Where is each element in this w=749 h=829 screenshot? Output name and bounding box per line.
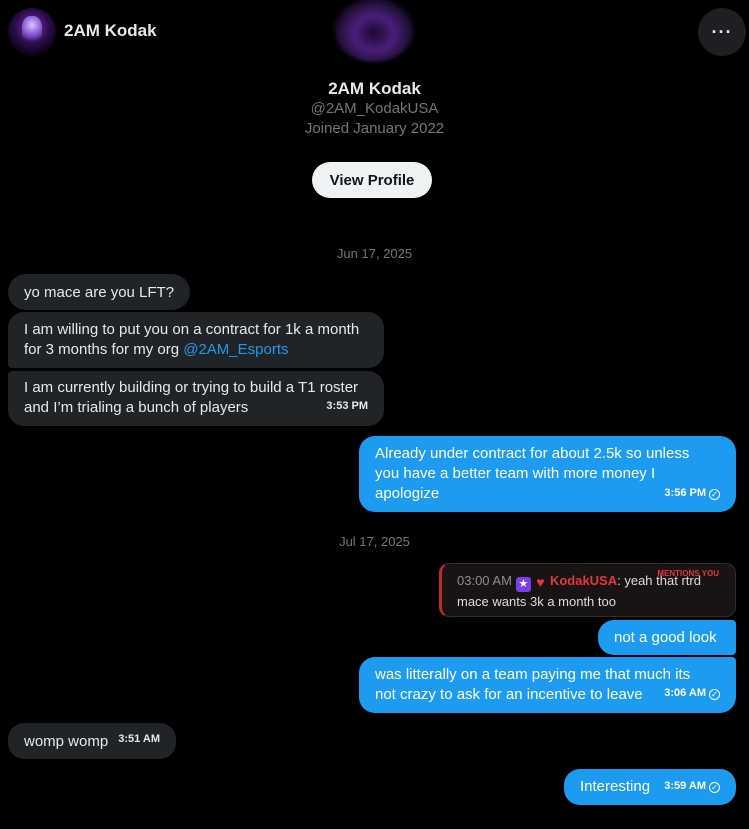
- message-text: for 3 months for my org: [24, 341, 184, 358]
- quote-time: 03:00 AM: [457, 573, 512, 588]
- message-text: and I’m trialing a bunch of players: [24, 399, 249, 416]
- message-text: was litterally on a team paying me that …: [375, 666, 691, 683]
- message-timestamp: 3:53 PM: [326, 400, 368, 412]
- date-separator: Jun 17, 2025: [336, 246, 413, 261]
- message-received[interactable]: I am willing to put you on a contract fo…: [8, 312, 384, 368]
- quote-text: mace wants 3k a month too: [457, 594, 616, 609]
- message-received[interactable]: womp womp 3:51 AM: [8, 723, 176, 759]
- message-status: 3:59 AM ✓: [664, 776, 720, 796]
- date-separator: Jul 17, 2025: [339, 534, 410, 549]
- quote-username: KodakUSA: [549, 573, 618, 588]
- message-timestamp: 3:56 PM: [664, 487, 706, 499]
- message-received[interactable]: I am currently building or trying to bui…: [8, 371, 384, 426]
- message-text: I am willing to put you on a contract fo…: [24, 321, 360, 338]
- message-text: Already under contract for about 2.5k so…: [375, 445, 690, 462]
- view-profile-button[interactable]: View Profile: [312, 162, 432, 198]
- message-status: 3:56 PM ✓: [664, 483, 720, 503]
- message-status: 3:06 AM ✓: [664, 683, 720, 703]
- mentions-tag: MENTIONS YOU: [657, 569, 719, 578]
- profile-joined-date: Joined January 2022: [304, 120, 445, 137]
- star-badge-icon: ★: [515, 577, 531, 592]
- message-sent[interactable]: Already under contract for about 2.5k so…: [359, 436, 736, 512]
- message-text: yo mace are you LFT?: [24, 284, 175, 301]
- avatar[interactable]: [8, 8, 56, 56]
- mention-link[interactable]: @2AM_Esports: [183, 341, 288, 358]
- sent-check-icon: ✓: [709, 489, 720, 500]
- message-text: womp womp: [24, 733, 109, 750]
- message-text: you have a better team with more money I: [375, 465, 656, 482]
- message-text: not a good look: [614, 629, 717, 646]
- profile-avatar[interactable]: [334, 0, 414, 62]
- message-sent[interactable]: not a good look: [598, 620, 736, 655]
- sent-check-icon: ✓: [709, 782, 720, 793]
- message-text: Interesting: [580, 778, 651, 795]
- more-options-button[interactable]: ···: [698, 8, 746, 56]
- header-title[interactable]: 2AM Kodak: [64, 21, 157, 41]
- heart-badge-icon: ♥: [536, 574, 545, 590]
- message-received[interactable]: yo mace are you LFT?: [8, 274, 191, 310]
- profile-handle: @2AM_KodakUSA: [310, 100, 439, 117]
- quoted-chat-screenshot[interactable]: MENTIONS YOU 03:00 AM ★ ♥ KodakUSA: yeah th…: [439, 563, 736, 617]
- message-text: I am currently building or trying to bui…: [24, 379, 359, 396]
- message-sent[interactable]: Interesting 3:59 AM ✓: [564, 769, 736, 805]
- more-horizontal-icon: ···: [711, 21, 733, 42]
- message-timestamp: 3:51 AM: [118, 733, 160, 745]
- message-sent[interactable]: was litterally on a team paying me that …: [359, 657, 736, 713]
- sent-check-icon: ✓: [709, 689, 720, 700]
- message-timestamp: 3:59 AM: [664, 780, 706, 792]
- profile-name: 2AM Kodak: [328, 79, 421, 98]
- message-timestamp: 3:06 AM: [664, 687, 706, 699]
